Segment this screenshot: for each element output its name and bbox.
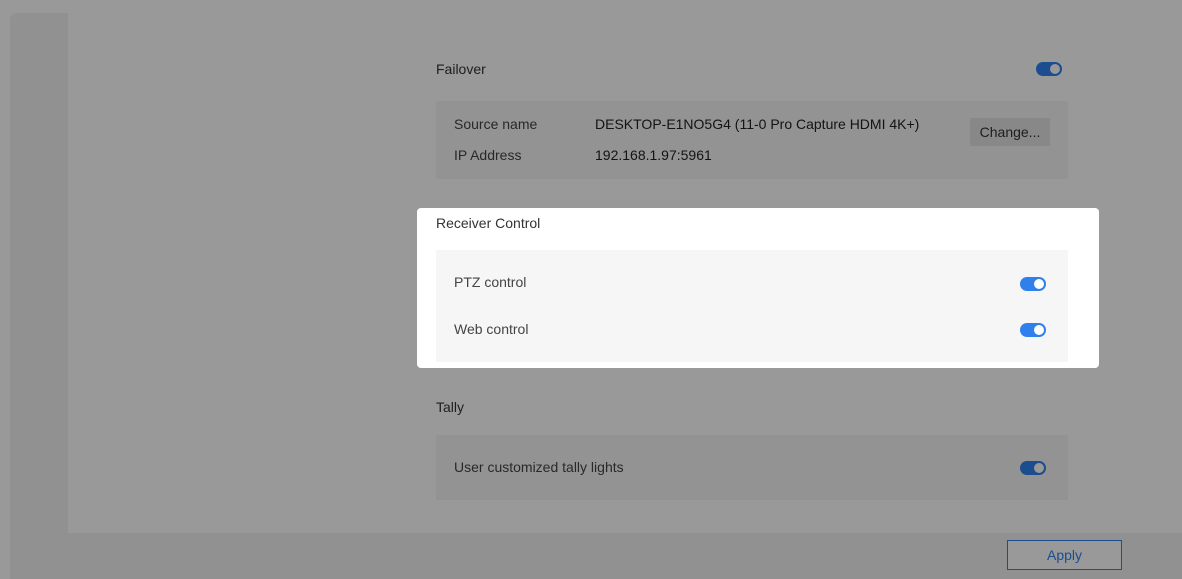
web-control-label: Web control xyxy=(454,321,529,337)
receiver-control-title: Receiver Control xyxy=(436,215,541,231)
web-control-toggle[interactable] xyxy=(1020,323,1046,337)
receiver-control-section: Receiver Control PTZ control Web control xyxy=(417,208,1099,368)
ptz-control-toggle[interactable] xyxy=(1020,277,1046,291)
toggle-knob xyxy=(1034,325,1044,335)
toggle-knob xyxy=(1034,279,1044,289)
ptz-control-label: PTZ control xyxy=(454,274,527,290)
receiver-control-box: PTZ control Web control xyxy=(436,250,1068,362)
